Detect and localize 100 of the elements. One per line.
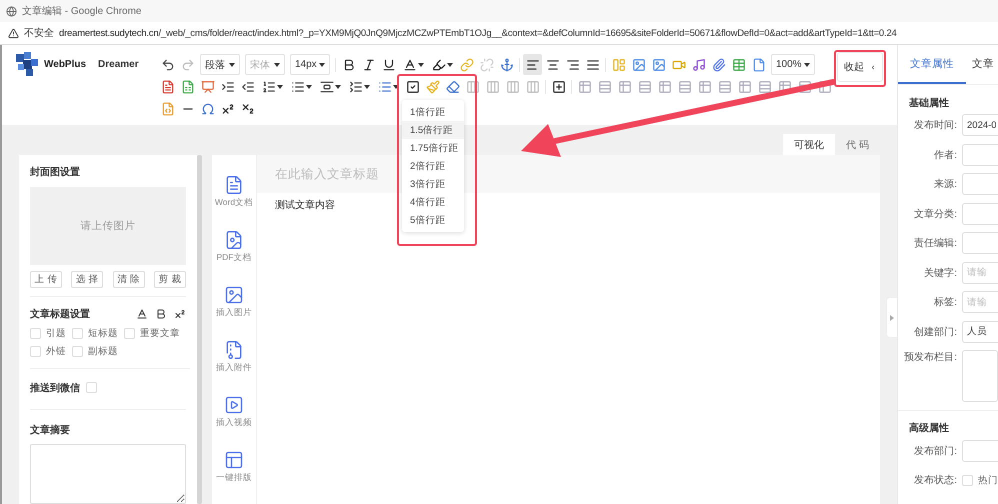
panel-tab[interactable]: 文章属性 <box>898 45 966 84</box>
table-edit-icon[interactable] <box>578 80 592 94</box>
text-field[interactable] <box>962 232 998 254</box>
menu-item[interactable]: 4倍行距 <box>402 193 464 211</box>
menu-item[interactable]: 2倍行距 <box>402 157 464 175</box>
italic-icon[interactable] <box>362 58 376 72</box>
caret-icon[interactable] <box>392 84 398 88</box>
text-field[interactable]: 2024-0 <box>962 114 998 136</box>
cover-action-button[interactable]: 清 除 <box>112 270 145 288</box>
table-cell-icon[interactable] <box>486 80 500 94</box>
checkbox[interactable] <box>30 328 41 339</box>
panel-toggle[interactable] <box>886 297 897 338</box>
omega-icon[interactable] <box>200 102 214 116</box>
caret-icon[interactable] <box>804 62 810 66</box>
menu-item[interactable]: 1倍行距 <box>402 103 464 121</box>
dropdown-select[interactable]: 段落 <box>200 54 240 75</box>
caret-icon[interactable] <box>446 62 452 66</box>
table-edit-icon[interactable] <box>798 80 812 94</box>
image-icon[interactable] <box>632 58 646 72</box>
caret-right-icon[interactable] <box>890 314 894 320</box>
menu-item[interactable]: 1.5倍行距 <box>402 121 464 139</box>
table-cell-icon[interactable] <box>526 80 540 94</box>
underline-icon[interactable] <box>382 58 396 72</box>
text-field[interactable] <box>962 173 998 195</box>
scrollbar[interactable] <box>197 155 202 504</box>
checkbox[interactable] <box>86 382 97 394</box>
checkbox[interactable] <box>72 346 83 357</box>
spacing-icon[interactable] <box>348 80 362 94</box>
caret-icon[interactable] <box>229 62 235 66</box>
checkbox[interactable] <box>962 474 973 486</box>
checkbox[interactable] <box>72 328 83 339</box>
checkbox[interactable] <box>30 346 41 357</box>
menu-item[interactable]: 5倍行距 <box>402 211 464 229</box>
music-icon[interactable] <box>692 58 706 72</box>
align-center-icon[interactable] <box>546 58 560 72</box>
font-color-icon[interactable] <box>402 58 416 72</box>
menu-item[interactable]: 3倍行距 <box>402 175 464 193</box>
pdf-icon[interactable] <box>224 230 244 250</box>
collapse-button[interactable]: 收起 <box>837 52 883 82</box>
editor-tab[interactable]: 代 码 <box>835 134 880 155</box>
text-field[interactable] <box>962 202 998 224</box>
code-icon[interactable] <box>160 102 174 116</box>
text-position-icon[interactable] <box>174 308 186 320</box>
paperclip-icon[interactable] <box>712 58 726 72</box>
indent-icon[interactable] <box>220 80 234 94</box>
justify-icon[interactable] <box>586 58 600 72</box>
editor-tab[interactable]: 可视化 <box>783 134 836 155</box>
text-field[interactable]: 请输 <box>962 291 998 313</box>
caret-icon[interactable] <box>418 62 424 66</box>
attachment-icon[interactable] <box>224 340 244 360</box>
paragraph-spacing-icon[interactable] <box>320 80 334 94</box>
caret-icon[interactable] <box>306 84 312 88</box>
text-field[interactable]: 请输 <box>962 262 998 284</box>
bold-icon[interactable] <box>155 308 167 320</box>
table-edit-icon[interactable] <box>618 80 632 94</box>
outdent-icon[interactable] <box>240 80 254 94</box>
bullet-list-icon[interactable] <box>290 80 304 94</box>
align-right-icon[interactable] <box>566 58 580 72</box>
layout-icon[interactable] <box>224 450 244 470</box>
text-field[interactable]: 人员 <box>962 320 998 342</box>
undo-icon[interactable] <box>160 58 174 72</box>
line-height-icon[interactable] <box>378 80 392 94</box>
slides-icon[interactable] <box>200 80 214 94</box>
text-field[interactable] <box>962 144 998 166</box>
font-color-icon[interactable] <box>136 308 148 320</box>
table-edit-icon[interactable] <box>698 80 712 94</box>
table-edit-icon[interactable] <box>718 80 732 94</box>
table-cell-icon[interactable] <box>506 80 520 94</box>
insert-tool-button[interactable]: PDF文档 <box>216 230 252 264</box>
insert-tool-button[interactable]: 插入视频 <box>216 395 252 429</box>
summary-field[interactable] <box>30 444 186 504</box>
video-icon[interactable] <box>224 395 244 415</box>
table-edit-icon[interactable] <box>638 80 652 94</box>
caret-icon[interactable] <box>364 84 370 88</box>
checkbox-icon[interactable] <box>406 80 420 94</box>
insert-tool-button[interactable]: 一键排版 <box>216 450 252 484</box>
menu-item[interactable]: 1.75倍行距 <box>402 139 464 157</box>
url-text[interactable]: dreamertest.sudytech.cn/_web/_cms/folder/react/index.html?_p=YXM9MjQ0JnQ9MjczMCZwPTEmbT1OJg__&context=&defColumnId=16695&siteFolderId=50671&flowDefId=0&act=add&artTypeId=1&tt=0.24 <box>59 28 897 38</box>
cover-action-button[interactable]: 选 择 <box>71 270 104 288</box>
numbered-list-icon[interactable] <box>262 80 276 94</box>
caret-icon[interactable] <box>276 84 282 88</box>
table-cell-icon[interactable] <box>466 80 480 94</box>
table-edit-icon[interactable] <box>658 80 672 94</box>
table-edit-icon[interactable] <box>738 80 752 94</box>
article-body[interactable]: 测试文章内容 <box>275 198 335 212</box>
caret-icon[interactable] <box>334 84 340 88</box>
insert-tool-button[interactable]: 插入图片 <box>216 285 252 319</box>
text-field[interactable] <box>962 440 998 462</box>
superscript-icon[interactable] <box>220 102 234 116</box>
spreadsheet-icon[interactable] <box>180 80 194 94</box>
anchor-icon[interactable] <box>500 58 514 72</box>
eraser-icon[interactable] <box>446 80 460 94</box>
table-edit-icon[interactable] <box>818 80 832 94</box>
table-edit-icon[interactable] <box>758 80 772 94</box>
caret-icon[interactable] <box>319 62 325 66</box>
zoom-select[interactable]: 100% <box>771 54 815 75</box>
align-button[interactable] <box>523 54 542 75</box>
cover-action-button[interactable]: 上 传 <box>30 270 62 288</box>
table-icon[interactable] <box>732 58 746 72</box>
table-edit-icon[interactable] <box>598 80 612 94</box>
